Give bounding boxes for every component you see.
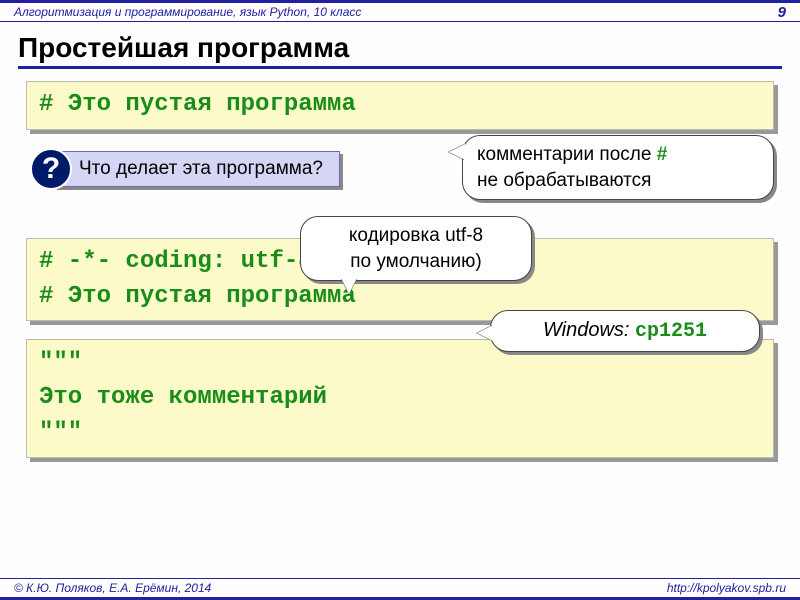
footer-bar: © К.Ю. Поляков, Е.А. Ерёмин, 2014 http:/… [0,578,800,600]
code3-q2: """ [39,416,761,451]
callout3-value: cp1251 [635,320,707,343]
callout1-line1: комментарии после # [477,142,759,168]
callout-tail-icon [341,278,357,294]
callout2-line2: по умолчанию) [315,249,517,275]
callout1-line2: не обрабатываются [477,168,759,194]
header-left: Алгоритмизация и программирование, язык … [14,5,361,19]
callout3-label: Windows: [543,319,630,341]
header-bar: Алгоритмизация и программирование, язык … [0,0,800,22]
callout-encoding: кодировка utf-8 по умолчанию) [300,216,532,281]
question-mark-icon: ? [30,148,72,190]
footer-left: © К.Ю. Поляков, Е.А. Ерёмин, 2014 [14,581,211,595]
callout-windows: Windows: cp1251 [490,310,760,352]
footer-right: http://kpolyakov.spb.ru [667,581,786,595]
page-number: 9 [778,4,786,21]
question-text: Что делает эта программа? [54,151,340,187]
callout-comments: комментарии после # не обрабатываются [462,135,774,200]
callout-tail-icon [449,144,465,160]
code3-body: Это тоже комментарий [39,381,761,416]
code-box-1: # Это пустая программа [26,81,774,130]
callout-tail-icon [477,325,493,341]
code1-text: # Это пустая программа [39,91,356,118]
code-box-3: """ Это тоже комментарий """ [26,339,774,457]
page-title: Простейшая программа [18,32,782,69]
callout2-line1: кодировка utf-8 [315,223,517,249]
